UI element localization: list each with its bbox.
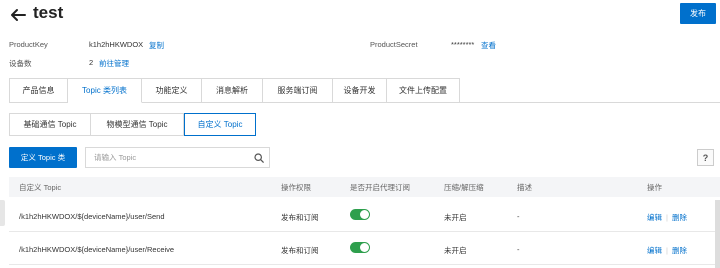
tab-server-subscription[interactable]: 服务端订阅 [263, 78, 333, 103]
topic-cell: /k1h2hHKWDOX/${deviceName}/user/Receive [19, 245, 175, 254]
help-button[interactable]: ? [697, 149, 714, 166]
description-cell: - [517, 212, 520, 221]
column-header-proxy-subscribe: 是否开启代理订阅 [350, 183, 410, 192]
publish-button[interactable]: 发布 [680, 3, 716, 24]
device-count-value: 2 [89, 58, 94, 67]
main-tabs: 产品信息 Topic 类列表 功能定义 消息解析 服务端订阅 设备开发 文件上传… [9, 78, 460, 103]
product-key-value: k1h2hHKWDOX [89, 40, 144, 49]
tab-file-upload-config[interactable]: 文件上传配置 [387, 78, 460, 103]
product-key-label: ProductKey [9, 40, 48, 49]
copy-link[interactable]: 复制 [149, 40, 164, 51]
table-row: /k1h2hHKWDOX/${deviceName}/user/Receive … [9, 233, 720, 265]
column-header-compression: 压缩/解压缩 [444, 183, 484, 192]
scrollbar[interactable] [715, 200, 720, 268]
proxy-subscribe-toggle[interactable] [350, 209, 370, 220]
compression-cell: 未开启 [444, 213, 467, 222]
table-row: /k1h2hHKWDOX/${deviceName}/user/Send 发布和… [9, 200, 720, 232]
column-header-topic: 自定义 Topic [19, 183, 62, 192]
description-cell: - [517, 245, 520, 254]
tab-device-development[interactable]: 设备开发 [333, 78, 387, 103]
view-secret-link[interactable]: 查看 [481, 40, 496, 51]
row-actions: 编辑 | 删除 [647, 246, 687, 255]
subtab-basic-topic[interactable]: 基础通信 Topic [9, 113, 91, 136]
goto-manage-link[interactable]: 前往管理 [99, 58, 129, 69]
delete-link[interactable]: 删除 [672, 213, 687, 222]
search-box [85, 147, 270, 168]
tab-message-parsing[interactable]: 消息解析 [202, 78, 263, 103]
permission-cell: 发布和订阅 [281, 246, 319, 255]
proxy-subscribe-toggle[interactable] [350, 242, 370, 253]
compression-cell: 未开启 [444, 246, 467, 255]
product-secret-label: ProductSecret [370, 40, 418, 49]
subtab-custom-topic[interactable]: 自定义 Topic [184, 113, 256, 136]
tab-function-definition[interactable]: 功能定义 [142, 78, 202, 103]
row-actions: 编辑 | 删除 [647, 213, 687, 222]
table-header: 自定义 Topic 操作权限 是否开启代理订阅 压缩/解压缩 描述 操作 [9, 177, 720, 197]
tab-topic-list[interactable]: Topic 类列表 [68, 78, 142, 103]
edit-link[interactable]: 编辑 [647, 213, 662, 222]
product-secret-value: ******** [451, 40, 475, 49]
search-input[interactable] [86, 148, 254, 167]
delete-link[interactable]: 删除 [672, 246, 687, 255]
tab-product-info[interactable]: 产品信息 [9, 78, 68, 103]
column-header-permission: 操作权限 [281, 183, 311, 192]
column-header-description: 描述 [517, 183, 532, 192]
search-icon[interactable] [254, 152, 264, 163]
back-arrow-icon[interactable] [9, 6, 27, 24]
collapse-handle[interactable] [0, 200, 5, 226]
topic-cell: /k1h2hHKWDOX/${deviceName}/user/Send [19, 212, 165, 221]
sub-tabs: 基础通信 Topic 物模型通信 Topic 自定义 Topic [9, 113, 256, 136]
define-topic-button[interactable]: 定义 Topic 类 [9, 147, 77, 168]
device-count-label: 设备数 [9, 59, 32, 68]
column-header-actions: 操作 [647, 183, 662, 192]
permission-cell: 发布和订阅 [281, 213, 319, 222]
page-title: test [33, 3, 64, 22]
edit-link[interactable]: 编辑 [647, 246, 662, 255]
subtab-thing-model-topic[interactable]: 物模型通信 Topic [91, 113, 184, 136]
